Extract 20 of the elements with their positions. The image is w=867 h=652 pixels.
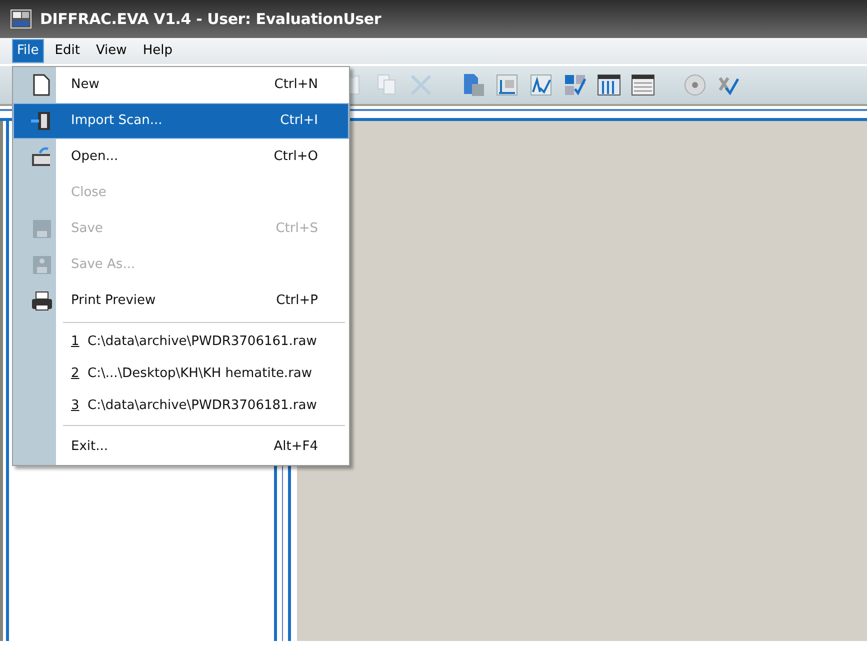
chart-window-icon[interactable] (494, 72, 520, 98)
printer-icon (30, 289, 54, 313)
menu-entry[interactable]: Open... Ctrl+O (13, 139, 349, 175)
peak-check-icon[interactable] (528, 72, 554, 98)
menu-entry[interactable]: Print Preview Ctrl+P (13, 283, 349, 319)
menu-entry[interactable]: 2 C:\...\Desktop\KH\KH hematite.raw (13, 358, 349, 390)
rows-table-icon[interactable] (630, 72, 656, 98)
menu-entry[interactable]: 1 C:\data\archive\PWDR3706161.raw (13, 326, 349, 358)
menu-entry[interactable]: Exit... Alt+F4 (13, 429, 349, 465)
menu-item[interactable]: View (90, 39, 132, 63)
menu-item[interactable]: Edit (50, 39, 85, 63)
menu-entry[interactable]: 3 C:\data\archive\PWDR3706181.raw (13, 390, 349, 422)
columns-table-icon[interactable] (596, 72, 622, 98)
disc-icon[interactable] (682, 72, 708, 98)
app-logo-icon (10, 9, 32, 29)
menu-entry[interactable]: Import Scan... Ctrl+I (13, 103, 349, 139)
grid-check-icon[interactable] (562, 72, 588, 98)
menu-item[interactable]: Help (138, 39, 178, 63)
window-title: DIFFRAC.EVA V1.4 - User: EvaluationUser (40, 8, 382, 30)
menu-item[interactable]: File (12, 39, 44, 63)
